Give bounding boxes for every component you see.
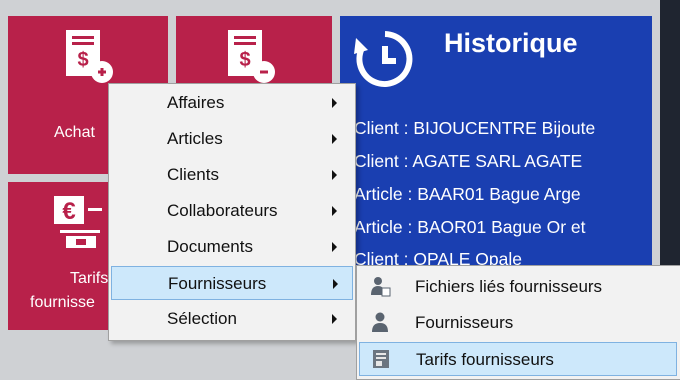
- price-list-icon: [373, 350, 389, 368]
- tile-tarifs-label-1: Tarifs: [70, 270, 109, 287]
- submenu-arrow-icon: [332, 170, 337, 180]
- submenu-arrow-icon: [333, 279, 338, 289]
- menu-item-label: Affaires: [167, 93, 225, 112]
- menu-item-collaborateurs[interactable]: Collaborateurs: [111, 194, 353, 228]
- context-menu: Affaires Articles Clients Collaborateurs…: [108, 83, 356, 341]
- history-clock-icon: [354, 31, 413, 87]
- submenu-item-fournisseurs[interactable]: Fournisseurs: [359, 306, 677, 340]
- submenu-arrow-icon: [332, 134, 337, 144]
- submenu-arrow-icon: [332, 98, 337, 108]
- submenu-arrow-icon: [332, 206, 337, 216]
- tile-tarifs-label-2: fournisse: [30, 294, 95, 311]
- menu-item-label: Sélection: [167, 309, 237, 328]
- submenu-item-label: Tarifs fournisseurs: [416, 350, 554, 369]
- invoice-dollar-icon: $: [66, 30, 113, 83]
- tile-achats-label: Achat: [54, 124, 95, 141]
- svg-text:$: $: [239, 49, 250, 71]
- menu-item-label: Documents: [167, 237, 253, 256]
- person-icon: [372, 312, 388, 332]
- menu-item-label: Fournisseurs: [168, 274, 267, 293]
- person-document-icon: [371, 277, 391, 297]
- menu-item-articles[interactable]: Articles: [111, 122, 353, 156]
- submenu-item-tarifs-fournisseurs[interactable]: Tarifs fournisseurs: [359, 342, 677, 376]
- svg-text:$: $: [77, 49, 88, 71]
- menu-item-clients[interactable]: Clients: [111, 158, 353, 192]
- submenu-arrow-icon: [332, 242, 337, 252]
- menu-item-fournisseurs[interactable]: Fournisseurs: [111, 266, 353, 300]
- menu-item-label: Clients: [167, 165, 219, 184]
- history-item[interactable]: Client : OPALE Opale: [354, 249, 522, 266]
- invoice-dollar-icon: $: [228, 30, 275, 83]
- submenu-fournisseurs: Fichiers liés fournisseurs Fournisseurs …: [356, 265, 680, 380]
- submenu-arrow-icon: [332, 314, 337, 324]
- history-title: Historique: [444, 28, 578, 58]
- menu-item-documents[interactable]: Documents: [111, 230, 353, 264]
- history-item[interactable]: Client : AGATE SARL AGATE: [354, 151, 582, 172]
- submenu-item-label: Fichiers liés fournisseurs: [415, 277, 603, 296]
- menu-item-label: Collaborateurs: [167, 201, 278, 220]
- submenu-item-label: Fournisseurs: [415, 313, 514, 332]
- svg-text:€: €: [62, 198, 75, 225]
- history-item[interactable]: Article : BAAR01 Bague Arge: [354, 184, 581, 205]
- history-item[interactable]: Client : BIJOUCENTRE Bijoute: [354, 118, 595, 139]
- menu-item-affaires[interactable]: Affaires: [111, 86, 353, 120]
- menu-item-label: Articles: [167, 129, 223, 148]
- submenu-item-fichiers-lies[interactable]: Fichiers liés fournisseurs: [359, 270, 677, 304]
- tile-gap: [652, 16, 660, 266]
- history-item[interactable]: Article : BAOR01 Bague Or et: [354, 217, 586, 238]
- tile-historique[interactable]: Historique Client : BIJOUCENTRE Bijoute …: [340, 16, 652, 266]
- menu-item-selection[interactable]: Sélection: [111, 302, 353, 336]
